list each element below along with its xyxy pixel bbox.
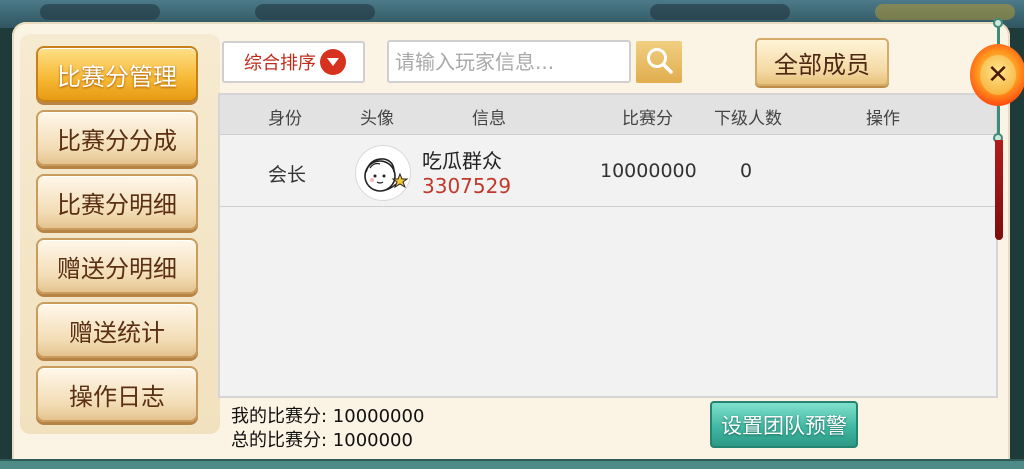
- header-role: 身份: [268, 109, 302, 129]
- background-decoration: [40, 4, 160, 20]
- total-score-text: 总的比赛分: 1000000: [231, 430, 413, 451]
- avatar: [355, 145, 411, 201]
- sidebar-item-label: 比赛分明细: [57, 190, 177, 219]
- header-action: 操作: [866, 109, 900, 129]
- bottom-border: [0, 459, 1024, 469]
- background-decoration: [650, 4, 790, 20]
- search-input[interactable]: [387, 40, 631, 83]
- background-decoration: [875, 4, 1015, 20]
- sidebar-item-label: 赠送分明细: [57, 254, 177, 283]
- sidebar-item-score-management[interactable]: 比赛分管理: [36, 46, 198, 102]
- all-members-button[interactable]: 全部成员: [755, 38, 889, 86]
- sort-dropdown[interactable]: 综合排序: [222, 41, 365, 83]
- lantern-knot: [993, 18, 1003, 28]
- sidebar-item-score-detail[interactable]: 比赛分明细: [36, 174, 198, 230]
- player-id: 3307529: [422, 174, 512, 198]
- close-button[interactable]: ✕: [970, 44, 1024, 106]
- table-row[interactable]: 会长 吃瓜群众 3307529 10000000 0: [220, 135, 996, 207]
- member-table: 身份 头像 信息 比赛分 下级人数 操作 会长 吃瓜群众 3307529 100…: [218, 93, 998, 398]
- table-header: 身份 头像 信息 比赛分 下级人数 操作: [220, 95, 996, 135]
- magnifier-icon: [644, 45, 674, 79]
- sidebar-item-gift-stats[interactable]: 赠送统计: [36, 302, 198, 358]
- sidebar: 比赛分管理 比赛分分成 比赛分明细 赠送分明细 赠送统计 操作日志: [20, 34, 220, 434]
- background-decoration: [255, 4, 375, 20]
- cell-sub-count: 0: [740, 160, 753, 182]
- cell-score: 10000000: [600, 160, 697, 182]
- sidebar-item-label: 操作日志: [69, 382, 165, 411]
- app-stage: 比赛分管理 比赛分分成 比赛分明细 赠送分明细 赠送统计 操作日志 综合排序 请…: [0, 0, 1024, 469]
- header-sub-count: 下级人数: [714, 109, 782, 129]
- all-members-label: 全部成员: [774, 50, 870, 79]
- player-name: 吃瓜群众: [422, 149, 502, 173]
- sidebar-item-operation-log[interactable]: 操作日志: [36, 366, 198, 422]
- my-score-text: 我的比赛分: 10000000: [231, 406, 425, 427]
- header-info: 信息: [472, 109, 506, 129]
- search-button[interactable]: [636, 41, 682, 83]
- cell-role: 会长: [268, 164, 307, 186]
- set-team-warning-label: 设置团队预警: [721, 413, 847, 438]
- sidebar-item-label: 比赛分分成: [57, 126, 177, 155]
- header-score: 比赛分: [622, 109, 673, 129]
- sort-label: 综合排序: [244, 53, 316, 74]
- sidebar-item-gift-detail[interactable]: 赠送分明细: [36, 238, 198, 294]
- set-team-warning-button[interactable]: 设置团队预警: [710, 401, 858, 448]
- avatar-cartoon-icon: [364, 158, 409, 192]
- caret-down-icon: [320, 49, 346, 75]
- lantern-tassel: [995, 140, 1003, 240]
- sidebar-item-label: 赠送统计: [69, 318, 165, 347]
- sidebar-item-label: 比赛分管理: [57, 62, 177, 91]
- sidebar-item-score-split[interactable]: 比赛分分成: [36, 110, 198, 166]
- close-icon: ✕: [980, 55, 1016, 95]
- header-avatar: 头像: [360, 109, 394, 129]
